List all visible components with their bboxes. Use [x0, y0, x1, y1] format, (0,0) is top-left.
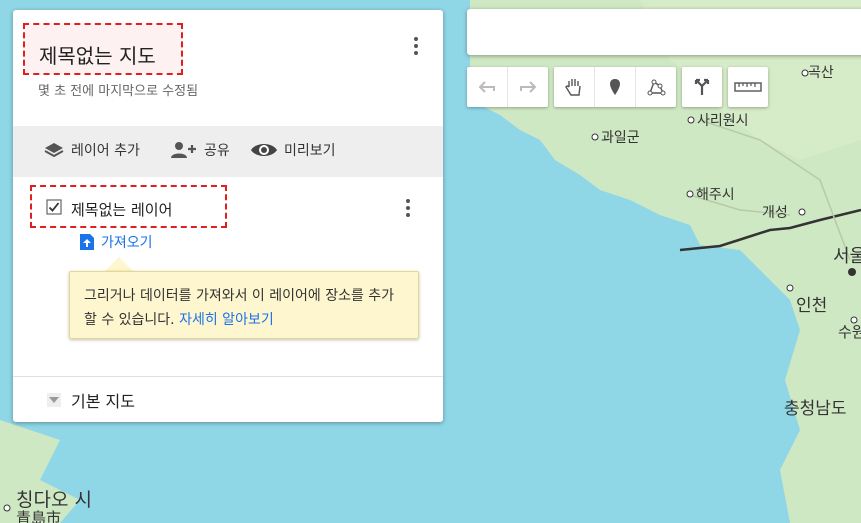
- map-label-gaeseong: 개성: [762, 205, 788, 221]
- map-label-sariwon: 사리원시: [697, 113, 749, 129]
- tip-arrow: [105, 257, 133, 271]
- map-label-gwail: 과일군: [601, 130, 640, 146]
- line-icon: [647, 79, 666, 96]
- import-label: 가져오기: [101, 235, 153, 251]
- dot-icon: [406, 206, 410, 210]
- map-legend-panel: 제목없는 지도 몇 초 전에 마지막으로 수정됨 레이어 추가 공유 미리보기 …: [13, 10, 443, 422]
- dot-icon: [406, 213, 410, 217]
- map-label-seoul: 서울: [833, 246, 861, 267]
- redo-icon: [520, 81, 537, 93]
- measure-tool-group: [728, 67, 768, 107]
- dot-icon: [414, 51, 418, 55]
- add-marker-button[interactable]: [595, 67, 636, 107]
- basemap-label: 기본 지도: [71, 392, 135, 411]
- last-edited-status: 몇 초 전에 마지막으로 수정됨: [38, 84, 199, 99]
- add-person-icon: [171, 142, 196, 158]
- learn-more-link[interactable]: 자세히 알아보기: [179, 312, 274, 328]
- eye-icon: [251, 144, 277, 156]
- marker-icon: [610, 79, 620, 95]
- caret-down-icon: [47, 393, 61, 407]
- share-button[interactable]: 공유: [170, 140, 230, 160]
- map-title[interactable]: 제목없는 지도: [39, 40, 156, 69]
- layer-options-button[interactable]: [404, 197, 412, 221]
- divider: [13, 376, 443, 377]
- add-layer-button[interactable]: 레이어 추가: [43, 140, 140, 160]
- map-label-chungnam: 충청남도: [784, 399, 847, 419]
- preview-button[interactable]: 미리보기: [250, 140, 336, 160]
- dot-icon: [414, 44, 418, 48]
- draw-line-button[interactable]: [636, 67, 676, 107]
- map-label-gaksan: 곡산: [808, 65, 834, 81]
- import-link[interactable]: 가져오기: [79, 232, 153, 252]
- hand-icon: [565, 79, 581, 96]
- draw-tool-group: [554, 67, 676, 107]
- undo-button[interactable]: [467, 67, 508, 107]
- dot-icon: [406, 199, 410, 203]
- preview-label: 미리보기: [284, 143, 336, 159]
- directions-tool-group: [682, 67, 722, 107]
- redo-button[interactable]: [508, 67, 548, 107]
- map-label-incheon: 인천: [796, 296, 827, 316]
- share-label: 공유: [204, 143, 230, 159]
- directions-icon: [694, 78, 710, 95]
- panel-actions: 레이어 추가 공유 미리보기: [13, 126, 443, 177]
- map-label-suwon: 수원: [838, 323, 861, 341]
- map-label-haeju: 해주시: [696, 187, 735, 203]
- map-label-qingdao-cn: 青島市: [16, 509, 61, 523]
- map-options-button[interactable]: [412, 35, 420, 59]
- add-directions-button[interactable]: [682, 67, 722, 107]
- map-label-qingdao: 칭다오 시: [16, 489, 92, 511]
- layer-visibility-checkbox[interactable]: [46, 199, 62, 215]
- map-toolbar: [467, 67, 774, 107]
- basemap-toggle[interactable]: 기본 지도: [47, 388, 135, 412]
- map-search-input[interactable]: [467, 9, 861, 55]
- ruler-icon: [734, 82, 762, 92]
- add-layer-label: 레이어 추가: [71, 143, 140, 159]
- layers-icon: [44, 143, 64, 158]
- measure-button[interactable]: [728, 67, 768, 107]
- history-tool-group: [467, 67, 548, 107]
- layer-name[interactable]: 제목없는 레이어: [71, 199, 172, 220]
- upload-icon: [80, 234, 94, 250]
- select-tool-button[interactable]: [554, 67, 595, 107]
- dot-icon: [414, 37, 418, 41]
- undo-icon: [478, 81, 495, 93]
- layer-tip: 그리거나 데이터를 가져와서 이 레이어에 장소를 추가할 수 있습니다. 자세…: [69, 271, 419, 339]
